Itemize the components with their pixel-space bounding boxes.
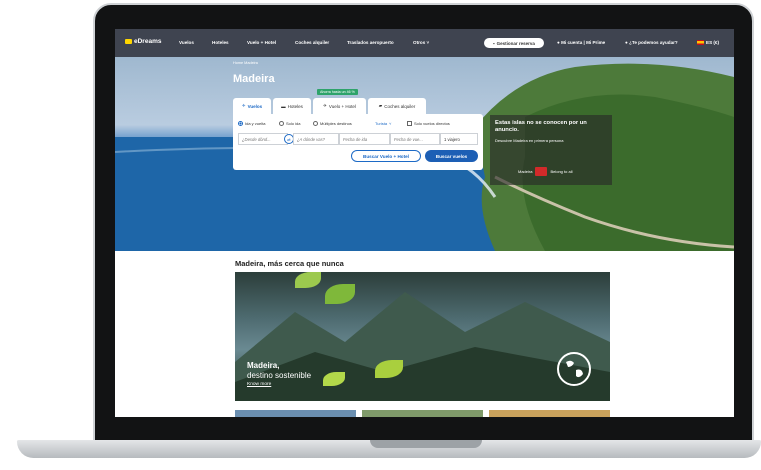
- return-date-input[interactable]: Fecha de vue...: [390, 133, 440, 145]
- globe-continents: [566, 360, 583, 378]
- account-label: Mi cuenta | Mi Prime: [561, 40, 606, 45]
- top-nav: eDreams Vuelos Hoteles Vuelo + Hotel Coc…: [115, 29, 734, 57]
- madeira-logo-icon: [535, 167, 548, 176]
- tab-hoteles[interactable]: ▬ Hoteles: [273, 98, 311, 114]
- round-trip-label: Ida y vuelta: [245, 121, 266, 126]
- laptop-notch: [370, 440, 482, 448]
- car-icon: ▰: [378, 103, 383, 108]
- multi-city-label: Múltiples destinos: [320, 121, 352, 126]
- radio-one-way[interactable]: Solo ida: [279, 121, 300, 126]
- briefcase-icon: ▪: [493, 40, 495, 46]
- chevron-down-icon: ˅: [426, 40, 430, 45]
- breadcrumb[interactable]: Home Madeira: [233, 61, 258, 65]
- tab-coches[interactable]: ▰ Coches alquiler: [368, 98, 426, 114]
- edreams-logo[interactable]: eDreams: [125, 38, 161, 45]
- search-form: Ida y vuelta Solo ida Múltiples destinos…: [233, 114, 483, 170]
- ad-tagline: Belong to all: [550, 169, 573, 174]
- tab-vuelos[interactable]: ✈ Vuelos: [233, 98, 271, 114]
- ad-brand: Madeira: [518, 169, 533, 174]
- nav-item-vuelo-hotel[interactable]: Vuelo + Hotel: [247, 40, 276, 45]
- tab-hoteles-label: Hoteles: [287, 103, 303, 109]
- direct-flights-label: Solo vuelos directos: [414, 121, 450, 126]
- thumbnail-card[interactable]: [362, 410, 483, 417]
- locale-selector[interactable]: ES (€): [697, 40, 720, 46]
- help-icon: ●: [625, 40, 628, 45]
- spain-flag-icon: [697, 40, 704, 46]
- card-title: Madeira,: [247, 361, 280, 370]
- radio-checked-icon: [238, 121, 243, 126]
- bed-icon: ▬: [281, 103, 286, 109]
- tab-coches-label: Coches alquiler: [384, 103, 416, 109]
- radio-round-trip[interactable]: Ida y vuelta: [238, 121, 265, 126]
- origin-input[interactable]: ¿Desde dónd...: [238, 133, 288, 145]
- thumbnail-card[interactable]: [489, 410, 610, 417]
- tab-vuelo-hotel[interactable]: ✈ Vuelo + Hotel: [313, 98, 366, 114]
- cabin-class-label: Turista: [375, 121, 388, 126]
- chevron-down-icon: ˅: [389, 121, 392, 126]
- logo-mark-icon: [125, 39, 132, 44]
- browser-screen: eDreams Vuelos Hoteles Vuelo + Hotel Coc…: [115, 29, 734, 417]
- nav-item-traslados[interactable]: Traslados aeropuerto: [347, 40, 394, 45]
- laptop-frame: eDreams Vuelos Hoteles Vuelo + Hotel Coc…: [0, 0, 761, 470]
- section-title: Madeira, más cerca que nunca: [235, 259, 344, 268]
- nav-item-otros[interactable]: Otros ˅: [413, 40, 429, 45]
- card-mountains: [235, 292, 610, 401]
- travellers-select[interactable]: 1 viajero: [440, 133, 478, 145]
- savings-badge: Ahorra hasta un 46 %: [317, 89, 358, 95]
- search-package-button[interactable]: Buscar Vuelo + Hotel: [351, 150, 421, 162]
- locale-label: ES (€): [706, 40, 720, 45]
- package-icon: ✈: [323, 103, 327, 108]
- hero-banner: Home Madeira Madeira Ahorra hasta un 46 …: [115, 57, 734, 251]
- tab-vuelo-hotel-label: Vuelo + Hotel: [328, 103, 356, 109]
- page-title: Madeira: [233, 73, 275, 85]
- account-link[interactable]: ● Mi cuenta | Mi Prime: [557, 40, 605, 45]
- destination-card[interactable]: Madeira, destino sostenible Know more: [235, 272, 610, 401]
- radio-multi-city[interactable]: Múltiples destinos: [313, 121, 352, 126]
- madeira-ad[interactable]: Estas islas no se conocen por un anuncio…: [490, 115, 612, 185]
- thumbnail-card[interactable]: [235, 410, 356, 417]
- destination-input[interactable]: ¿A dónde vas?: [293, 133, 339, 145]
- card-subtitle: destino sostenible: [247, 371, 312, 380]
- plane-icon: ✈: [241, 103, 246, 108]
- user-icon: ●: [557, 40, 560, 45]
- tab-vuelos-label: Vuelos: [247, 103, 263, 109]
- nav-item-hoteles[interactable]: Hoteles: [212, 40, 229, 45]
- logo-text: eDreams: [134, 38, 162, 45]
- radio-icon: [313, 121, 318, 126]
- one-way-label: Solo ida: [286, 121, 301, 126]
- nav-item-coches[interactable]: Coches alquiler: [295, 40, 329, 45]
- depart-date-input[interactable]: Fecha de ida: [339, 133, 390, 145]
- ad-branding: Madeira Belong to all: [518, 167, 572, 176]
- know-more-link[interactable]: Know more: [247, 382, 271, 387]
- manage-booking-button[interactable]: ▪ Gestionar reserva: [484, 38, 544, 48]
- ad-subtitle: Descubre Madeira en primera persona: [495, 138, 564, 143]
- search-flights-button[interactable]: Buscar vuelos: [425, 150, 478, 162]
- radio-icon: [279, 121, 284, 126]
- direct-flights-checkbox[interactable]: Solo vuelos directos: [407, 121, 450, 126]
- cabin-class-select[interactable]: Turista ˅: [375, 121, 391, 126]
- help-label: ¿Te podemos ayudar?: [629, 40, 678, 45]
- ad-title: Estas islas no se conocen por un anuncio…: [495, 120, 587, 133]
- help-link[interactable]: ● ¿Te podemos ayudar?: [625, 40, 678, 45]
- manage-booking-label: Gestionar reserva: [496, 40, 535, 46]
- nav-item-vuelos[interactable]: Vuelos: [179, 40, 194, 45]
- checkbox-icon: [407, 121, 412, 126]
- otros-label: Otros: [413, 40, 426, 45]
- globe-icon: [557, 352, 591, 386]
